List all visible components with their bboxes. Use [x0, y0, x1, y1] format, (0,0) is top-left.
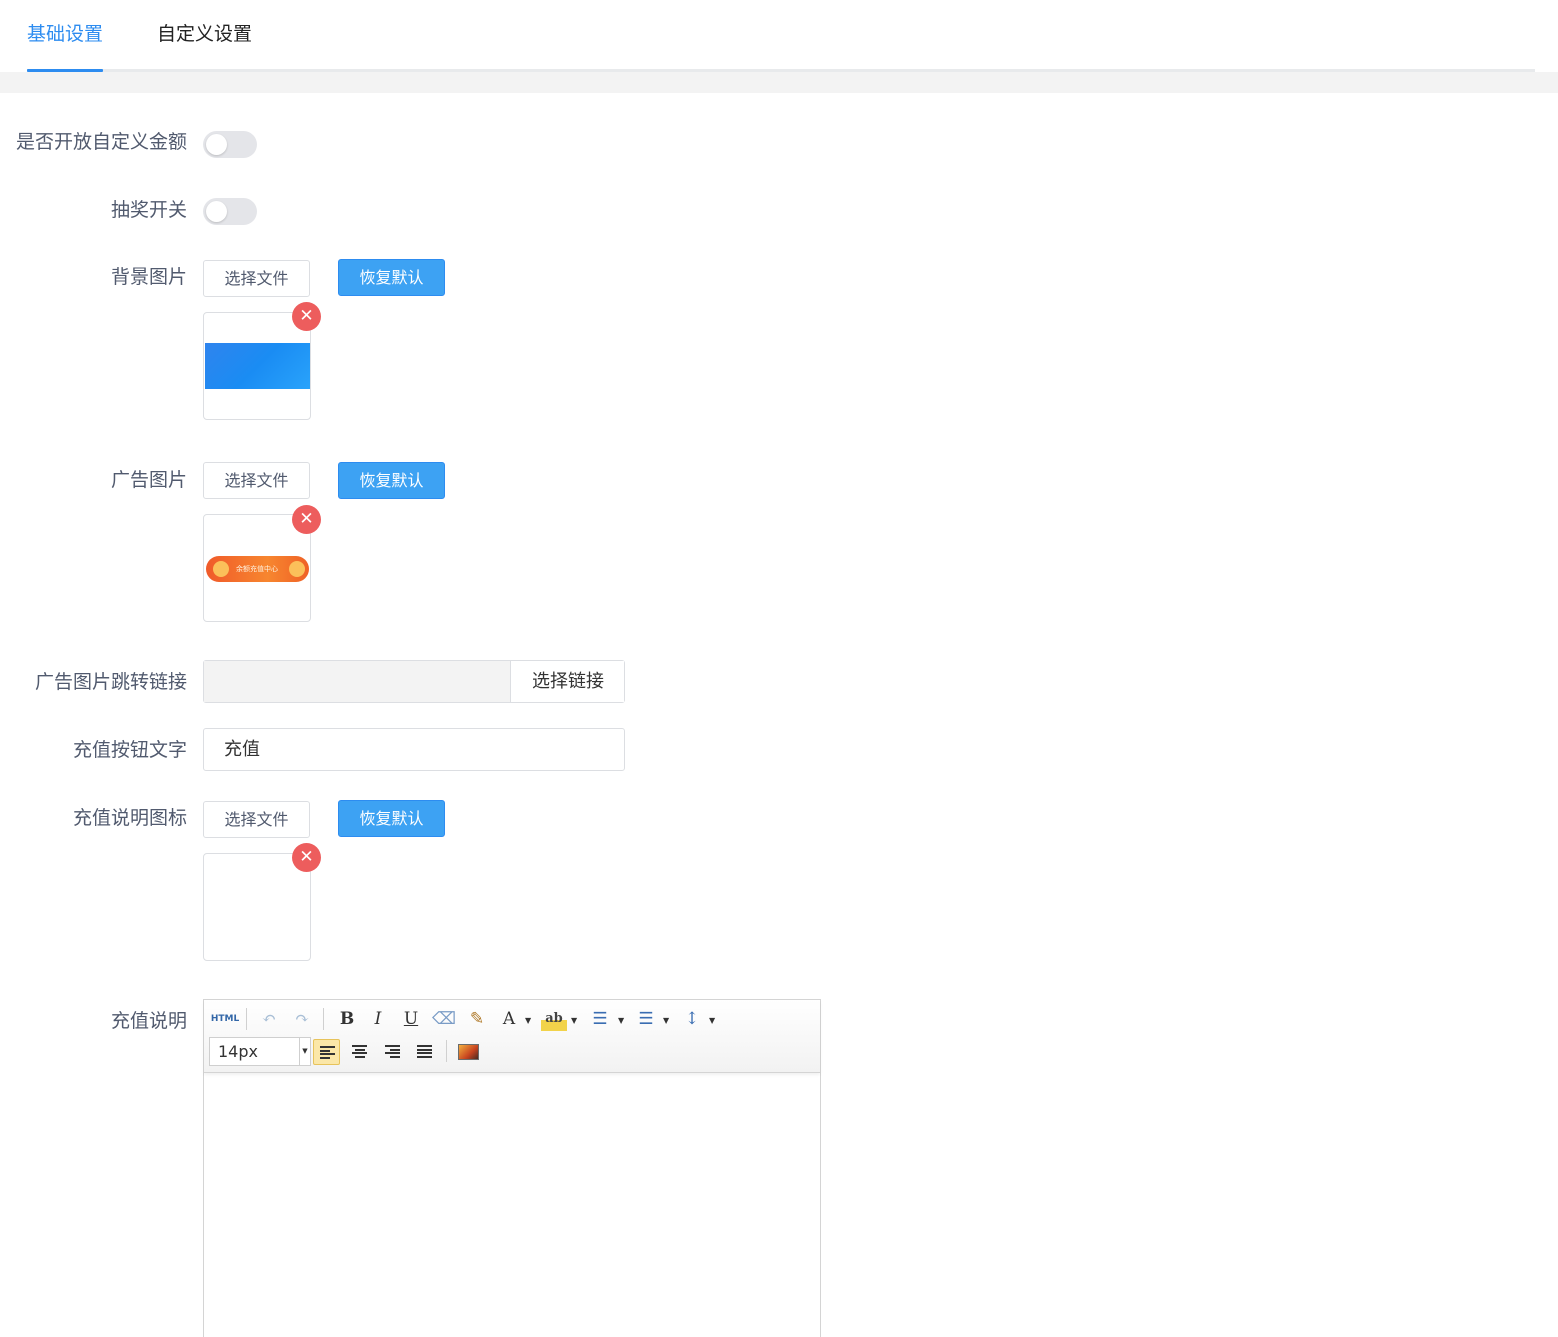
- chevron-down-icon[interactable]: ▼: [525, 1016, 531, 1026]
- ad-image-delete-button[interactable]: ✕: [292, 505, 321, 534]
- ordered-list-icon[interactable]: ☰: [588, 1007, 612, 1031]
- ad-image-choose-button[interactable]: 选择文件: [203, 462, 310, 499]
- ad-link-label: 广告图片跳转链接: [34, 671, 187, 693]
- html-source-button[interactable]: HTML: [210, 1007, 240, 1031]
- rich-text-editor: HTML ↶ ↷ B I U ⌫ ✎ A ▼ ab ▼ ☰ ▼ ☰ ▼ ↕ ▼ …: [203, 999, 821, 1337]
- chevron-down-icon[interactable]: ▼: [571, 1016, 577, 1026]
- section-divider-band: [0, 72, 1558, 93]
- custom-amount-label: 是否开放自定义金额: [15, 131, 187, 153]
- line-height-icon[interactable]: ↕: [680, 1007, 704, 1031]
- font-size-value: 14px: [218, 1042, 258, 1061]
- bg-image-thumbnail: [205, 343, 310, 389]
- unordered-list-icon[interactable]: ☰: [634, 1007, 658, 1031]
- toolbar-separator: [323, 1008, 324, 1030]
- align-center-icon[interactable]: [346, 1039, 373, 1065]
- ad-link-input[interactable]: [204, 661, 511, 702]
- align-right-icon[interactable]: [379, 1039, 406, 1065]
- ad-image-reset-button[interactable]: 恢复默认: [338, 462, 445, 499]
- align-justify-icon[interactable]: [411, 1039, 438, 1065]
- ad-image-label: 广告图片: [110, 469, 187, 491]
- recharge-icon-delete-button[interactable]: ✕: [292, 843, 321, 872]
- recharge-icon-reset-button[interactable]: 恢复默认: [338, 800, 445, 837]
- choose-link-button[interactable]: 选择链接: [512, 661, 624, 702]
- bg-image-delete-button[interactable]: ✕: [292, 302, 321, 331]
- close-icon: ✕: [299, 306, 314, 326]
- redo-icon[interactable]: ↷: [290, 1007, 314, 1031]
- recharge-desc-label: 充值说明: [110, 1010, 187, 1032]
- recharge-button-text-input[interactable]: 充值: [203, 728, 625, 771]
- undo-icon[interactable]: ↶: [257, 1007, 281, 1031]
- coin-icon: [213, 561, 229, 577]
- toolbar-separator: [446, 1040, 447, 1062]
- recharge-icon-preview: [203, 853, 311, 961]
- lottery-label: 抽奖开关: [110, 199, 187, 221]
- eraser-icon[interactable]: ⌫: [432, 1007, 456, 1031]
- recharge-button-text-label: 充值按钮文字: [72, 739, 187, 761]
- switch-knob: [206, 201, 227, 222]
- bg-image-preview: [203, 312, 311, 420]
- tab-custom-settings[interactable]: 自定义设置: [157, 20, 252, 48]
- underline-button[interactable]: U: [400, 1007, 422, 1031]
- bold-button[interactable]: B: [336, 1007, 358, 1031]
- image-icon[interactable]: [458, 1044, 479, 1060]
- bg-image-reset-button[interactable]: 恢复默认: [338, 259, 445, 296]
- chevron-down-icon[interactable]: ▼: [663, 1016, 669, 1026]
- close-icon: ✕: [299, 847, 314, 867]
- highlight-icon[interactable]: ab: [541, 1007, 567, 1031]
- recharge-icon-choose-button[interactable]: 选择文件: [203, 801, 310, 838]
- ad-image-preview: 余额充值中心: [203, 514, 311, 622]
- format-brush-icon[interactable]: ✎: [464, 1007, 490, 1031]
- coin-icon: [289, 561, 305, 577]
- bg-image-choose-button[interactable]: 选择文件: [203, 260, 310, 297]
- recharge-icon-label: 充值说明图标: [72, 807, 187, 829]
- ad-banner-text: 余额充值中心: [236, 565, 278, 573]
- align-left-icon[interactable]: [313, 1039, 340, 1065]
- ad-link-input-group: 选择链接: [203, 660, 625, 703]
- tab-bar: 基础设置 自定义设置: [0, 0, 1558, 72]
- italic-button[interactable]: I: [367, 1007, 389, 1031]
- tab-basic-settings[interactable]: 基础设置: [27, 20, 103, 48]
- ad-banner-thumbnail: 余额充值中心: [206, 556, 309, 582]
- bg-image-label: 背景图片: [110, 266, 187, 288]
- custom-amount-switch[interactable]: [203, 131, 257, 158]
- editor-content-area[interactable]: [204, 1074, 820, 1337]
- lottery-switch[interactable]: [203, 198, 257, 225]
- editor-toolbar: HTML ↶ ↷ B I U ⌫ ✎ A ▼ ab ▼ ☰ ▼ ☰ ▼ ↕ ▼ …: [204, 1000, 820, 1073]
- font-size-select[interactable]: 14px ▼: [209, 1037, 311, 1066]
- chevron-down-icon[interactable]: ▼: [618, 1016, 624, 1026]
- font-color-icon[interactable]: A: [498, 1007, 520, 1031]
- toolbar-separator: [246, 1008, 247, 1030]
- switch-knob: [206, 134, 227, 155]
- chevron-down-icon[interactable]: ▼: [709, 1016, 715, 1026]
- close-icon: ✕: [299, 509, 314, 529]
- chevron-down-icon[interactable]: ▼: [299, 1038, 310, 1065]
